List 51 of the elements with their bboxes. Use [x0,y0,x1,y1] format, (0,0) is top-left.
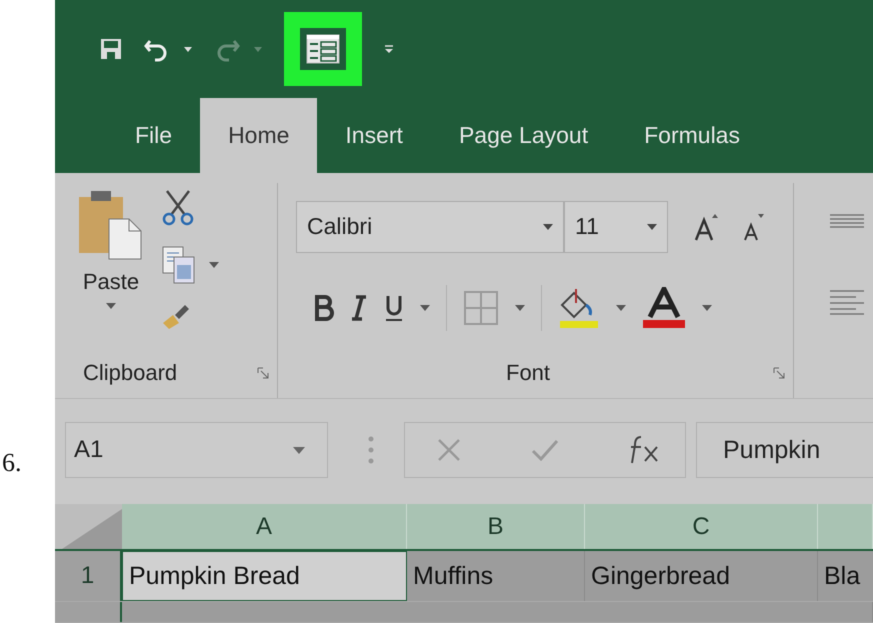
table-cell[interactable]: Bla [818,551,873,601]
copy-icon[interactable] [161,244,197,285]
caret-icon[interactable] [209,262,219,268]
name-box[interactable]: A1 [65,422,328,478]
grow-font-icon[interactable] [694,212,720,242]
ribbon-tab[interactable]: Home [200,98,318,173]
caret-icon[interactable] [293,446,305,454]
caret-icon[interactable] [647,224,657,230]
formula-input[interactable]: Pumpkin [696,422,873,478]
column-header[interactable]: B [407,504,585,549]
underline-icon[interactable] [384,294,404,322]
caret-icon[interactable] [106,302,116,309]
font-color-icon[interactable] [642,287,686,330]
ribbon-tab[interactable]: Formulas [616,98,768,173]
caret-icon[interactable] [543,224,553,230]
row-header[interactable] [55,602,122,622]
table-cell[interactable]: Pumpkin Bread [122,551,407,601]
ribbon-tab[interactable]: Insert [317,98,431,173]
format-painter-icon[interactable] [161,302,191,331]
grip-icon[interactable] [368,435,374,466]
column-header[interactable]: A [122,504,407,549]
ribbon-tab[interactable]: Page Layout [430,98,616,173]
scissors-icon[interactable] [161,188,195,227]
dialog-launcher-icon[interactable] [773,367,785,380]
table-cell[interactable] [122,602,873,622]
row-header[interactable]: 1 [55,551,122,601]
italic-icon[interactable] [350,295,368,322]
save-icon[interactable] [100,38,122,60]
form-icon[interactable] [300,28,346,70]
caret-icon[interactable] [515,305,525,312]
caret-icon[interactable] [420,305,430,312]
caret-icon[interactable] [702,305,712,312]
table-cell[interactable]: Muffins [407,551,585,601]
step-number: 6. [2,448,22,478]
customize-icon[interactable] [384,44,394,54]
align-top-icon[interactable] [830,212,864,229]
bold-icon[interactable] [314,295,334,322]
caret-icon[interactable] [616,305,626,312]
dialog-launcher-icon[interactable] [257,367,269,380]
paste-label[interactable]: Paste [82,268,140,295]
table-cell[interactable]: Gingerbread [585,551,818,601]
ribbon-tab[interactable]: File [107,98,200,173]
fill-color-icon[interactable] [558,287,600,330]
align-left-icon[interactable] [830,288,864,315]
shrink-font-icon[interactable] [742,212,766,242]
caret-icon[interactable] [184,46,192,52]
group-label: Font [506,360,550,386]
column-header[interactable]: C [585,504,818,549]
group-label: Clipboard [83,360,178,386]
font-name-field[interactable]: Calibri [296,200,564,253]
font-size-field[interactable]: 11 [564,200,668,253]
